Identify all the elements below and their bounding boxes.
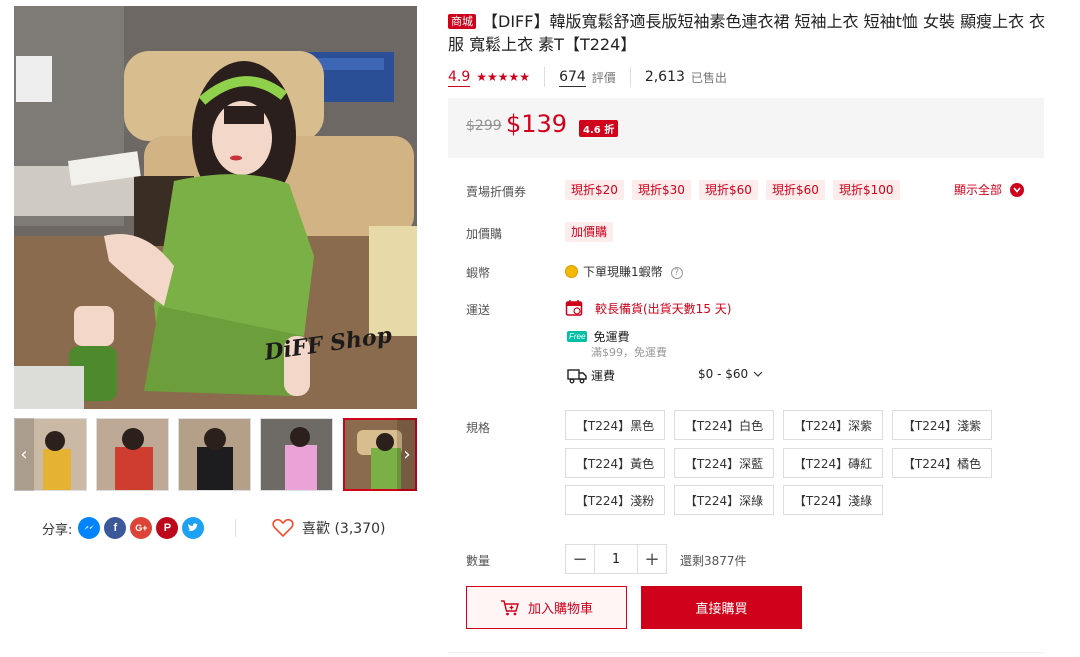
variation-option[interactable]: 【T224】橘色: [892, 448, 992, 478]
rating-row: 4.9 ★★★★★ 674 評價 2,613 已售出: [448, 64, 727, 90]
coins-text: 下單現賺1蝦幣: [583, 265, 663, 279]
rating-stars-icon: ★★★★★: [476, 70, 531, 84]
chevron-down-icon: [753, 371, 763, 377]
buy-now-label: 直接購買: [695, 602, 748, 617]
messenger-icon[interactable]: [78, 517, 101, 539]
variation-option[interactable]: 【T224】白色: [674, 410, 774, 440]
price-box: $299 $139 4.6 折: [448, 98, 1044, 158]
preorder-text: 較長備貨(出貨天數15 天): [595, 301, 732, 316]
truck-icon: [567, 368, 587, 383]
coin-icon: [565, 265, 578, 278]
free-shipping-row: Free 免運費: [567, 328, 629, 345]
sold-divider: [629, 67, 631, 87]
cart-plus-icon: [500, 599, 519, 615]
quantity-minus-button[interactable]: −: [566, 545, 594, 573]
add-to-cart-label: 加入購物車: [527, 602, 593, 617]
variation-option[interactable]: 【T224】深綠: [674, 485, 774, 515]
share-divider: [235, 519, 236, 537]
thumbnail-4[interactable]: [260, 418, 333, 491]
discount-badge: 4.6 折: [579, 120, 619, 137]
product-title-text: 【DIFF】韓版寬鬆舒適長版短袖素色連衣裙 短袖上衣 短袖t恤 女裝 顯瘦上衣 …: [448, 12, 1046, 54]
shipping-fee-range: $0 - $60: [698, 367, 749, 381]
reviews-label: 評價: [591, 70, 616, 85]
help-icon[interactable]: ?: [670, 267, 683, 279]
free-shipping-title: 免運費: [593, 330, 630, 344]
voucher-item[interactable]: 現折$60: [766, 180, 825, 200]
variation-option[interactable]: 【T224】黑色: [565, 410, 665, 440]
shipping-fee-dropdown[interactable]: $0 - $60: [698, 367, 763, 381]
mall-badge: 商城: [448, 14, 476, 29]
variation-option[interactable]: 【T224】深紫: [783, 410, 883, 440]
thumbnail-3[interactable]: [178, 418, 251, 491]
favorite-button[interactable]: 喜歡 (3,370): [272, 515, 385, 541]
rating-score[interactable]: 4.9: [448, 68, 471, 87]
quantity-input[interactable]: 1: [594, 545, 638, 573]
add-to-cart-button[interactable]: 加入購物車: [466, 586, 627, 629]
variation-option[interactable]: 【T224】淺粉: [565, 485, 665, 515]
reviews-count[interactable]: 674: [559, 68, 586, 87]
coins-label: 蝦幣: [466, 266, 491, 280]
voucher-item[interactable]: 現折$20: [565, 180, 624, 200]
thumbnail-2[interactable]: [96, 418, 169, 491]
variation-option[interactable]: 【T224】淺紫: [892, 410, 992, 440]
addon-tag[interactable]: 加價購: [565, 222, 614, 242]
buy-now-button[interactable]: 直接購買: [641, 586, 802, 629]
addon-label: 加價購: [466, 227, 503, 241]
share-label: 分享:: [42, 522, 73, 538]
preorder-row: 較長備貨(出貨天數15 天): [565, 299, 731, 317]
shipping-fee-label: 運費: [591, 369, 616, 383]
current-price: $139: [506, 110, 568, 138]
variation-option[interactable]: 【T224】淺綠: [783, 485, 883, 515]
google-plus-icon[interactable]: G+: [130, 517, 153, 539]
chevron-down-icon: [1010, 182, 1025, 197]
pinterest-icon[interactable]: P: [156, 517, 179, 539]
thumbnail-prev-arrow-icon[interactable]: ‹: [14, 418, 34, 491]
section-divider: [448, 652, 1044, 653]
variations-label: 規格: [466, 421, 491, 435]
twitter-icon[interactable]: [182, 517, 205, 539]
thumbnail-next-arrow-icon[interactable]: ›: [397, 418, 417, 491]
shipping-fee-row: 運費: [567, 367, 615, 384]
coins-row: 下單現賺1蝦幣?: [565, 263, 683, 280]
show-all-label: 顯示全部: [954, 183, 1003, 197]
shipping-label: 運送: [466, 303, 491, 317]
favorite-label: 喜歡 (3,370): [302, 521, 386, 537]
sold-label: 已售出: [690, 70, 727, 85]
quantity-plus-button[interactable]: +: [638, 545, 666, 573]
original-price: $299: [466, 118, 502, 134]
sold-count: 2,613: [644, 69, 685, 85]
product-main-image[interactable]: DiFF Shop: [14, 6, 417, 409]
heart-icon: [272, 518, 294, 538]
voucher-item[interactable]: 現折$100: [833, 180, 900, 200]
variation-option[interactable]: 【T224】深藍: [674, 448, 774, 478]
free-shipping-condition: 滿$99，免運費: [591, 346, 667, 359]
thumbnail-strip: ‹ ›: [14, 418, 417, 492]
voucher-item[interactable]: 現折$60: [699, 180, 758, 200]
quantity-label: 數量: [466, 554, 491, 568]
free-shipping-icon: Free: [567, 331, 588, 342]
variation-option[interactable]: 【T224】黃色: [565, 448, 665, 478]
facebook-icon[interactable]: f: [104, 517, 127, 539]
voucher-item[interactable]: 現折$30: [632, 180, 691, 200]
share-row: 分享: f G+ P: [42, 515, 205, 541]
rating-divider: [544, 67, 546, 87]
stock-remaining: 還剩3877件: [680, 554, 747, 568]
vouchers-label: 賣場折價券: [466, 185, 527, 199]
quantity-stepper: − 1 +: [565, 544, 667, 574]
product-title: 商城 【DIFF】韓版寬鬆舒適長版短袖素色連衣裙 短袖上衣 短袖t恤 女裝 顯瘦上…: [448, 10, 1048, 56]
calendar-icon: [565, 300, 583, 316]
variation-option[interactable]: 【T224】磚紅: [783, 448, 883, 478]
show-all-vouchers-button[interactable]: 顯示全部: [954, 181, 1025, 198]
